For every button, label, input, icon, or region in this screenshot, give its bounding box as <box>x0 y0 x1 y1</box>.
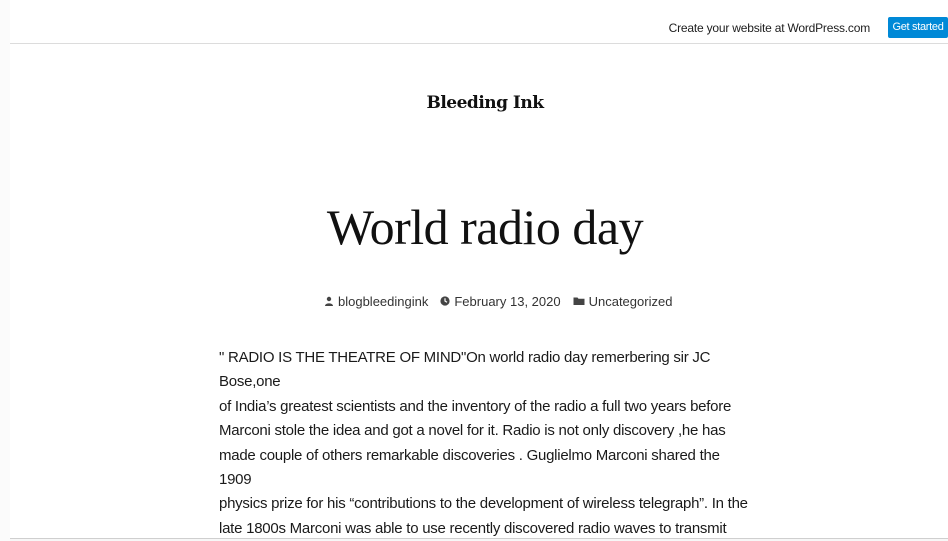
content-line: Marconi stole the idea and got a novel f… <box>219 422 726 440</box>
content-line: physics prize for his “contributions to … <box>219 495 748 513</box>
folder-icon <box>573 297 585 305</box>
date-link[interactable]: February 13, 2020 <box>454 294 560 309</box>
post-meta: blogbleedingink February 13, 2020 Uncate… <box>324 292 684 310</box>
get-started-button[interactable]: Get started <box>888 17 948 38</box>
clock-icon <box>440 296 450 306</box>
post-date[interactable]: February 13, 2020 <box>440 294 561 309</box>
wordpress-banner: Create your website at WordPress.com Get… <box>10 10 948 44</box>
content-line: of India’s greatest scientists and the i… <box>219 397 732 415</box>
author-link[interactable]: blogbleedingink <box>338 294 428 309</box>
category-link[interactable]: Uncategorized <box>589 294 673 309</box>
create-website-link[interactable]: Create your website at WordPress.com <box>669 21 871 35</box>
content-line: " RADIO IS THE THEATRE OF MIND"On world … <box>219 349 711 391</box>
content-line: made couple of others remarkable discove… <box>219 446 720 489</box>
page-left-edge <box>0 0 10 541</box>
site-title[interactable]: Bleeding Ink <box>0 93 948 113</box>
post-title: World radio day <box>326 199 644 255</box>
person-icon <box>325 296 333 306</box>
post-content: " RADIO IS THE THEATRE OF MIND"On world … <box>219 346 749 541</box>
post-category[interactable]: Uncategorized <box>573 294 673 309</box>
post-author[interactable]: blogbleedingink <box>324 294 428 309</box>
